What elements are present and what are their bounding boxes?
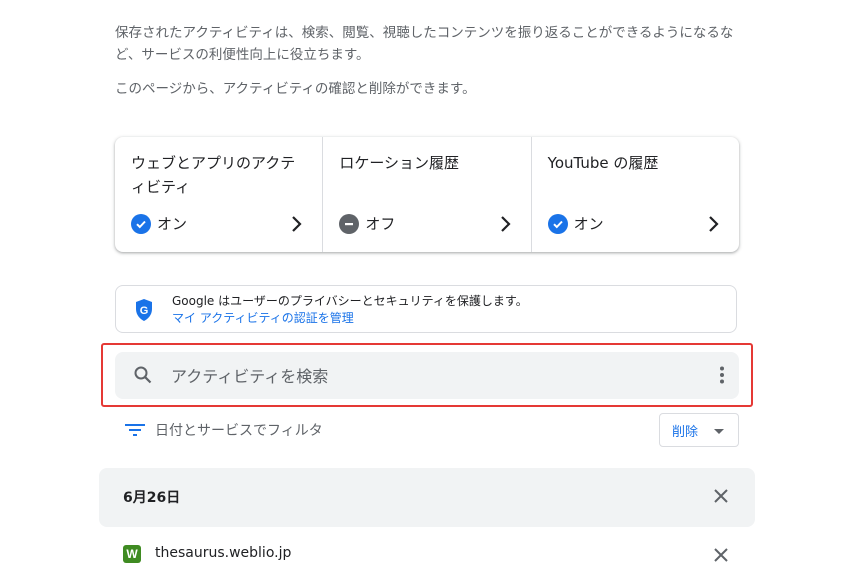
chevron-right-icon xyxy=(709,216,719,232)
status-label: オフ xyxy=(365,215,396,233)
card-web-app-activity[interactable]: ウェブとアプリのアクティビティ オン xyxy=(115,137,322,252)
intro-paragraph-1: 保存されたアクティビティは、検索、閲覧、視聴したコンテンツを振り返ることができる… xyxy=(115,25,734,63)
intro-paragraph-2: このページから、アクティビティの確認と削除ができます。 xyxy=(115,81,476,97)
caret-down-icon xyxy=(714,429,724,434)
privacy-notice: G Google はユーザーのプライバシーとセキュリティを保護します。 マイ ア… xyxy=(115,285,737,333)
date-group-header: 6月26日 xyxy=(99,468,755,527)
privacy-text-block: Google はユーザーのプライバシーとセキュリティを保護します。 マイ アクテ… xyxy=(172,293,528,327)
check-circle-icon xyxy=(547,213,568,234)
activity-site-name[interactable]: thesaurus.weblio.jp xyxy=(155,545,291,561)
intro-text: 保存されたアクティビティは、検索、閲覧、視聴したコンテンツを振り返ることができる… xyxy=(115,22,745,112)
card-title: ロケーション履歴 xyxy=(339,154,460,172)
google-shield-icon: G xyxy=(136,299,152,321)
minus-circle-icon xyxy=(339,213,360,234)
close-icon[interactable] xyxy=(713,547,729,563)
privacy-message: Google はユーザーのプライバシーとセキュリティを保護します。 xyxy=(172,294,528,308)
delete-label: 削除 xyxy=(672,424,699,440)
card-status: オン xyxy=(131,213,187,234)
card-title: YouTube の履歴 xyxy=(547,154,659,172)
card-status: オフ xyxy=(339,213,395,234)
filter-icon xyxy=(125,424,145,436)
status-label: オン xyxy=(157,215,188,233)
chevron-right-icon xyxy=(500,216,511,232)
activity-controls-cards: ウェブとアプリのアクティビティ オン ロケーション履歴 オフ YouTube の… xyxy=(115,137,739,252)
weblio-favicon-icon: W xyxy=(123,545,141,563)
more-vert-icon[interactable] xyxy=(719,366,725,384)
filter-by-date-service[interactable]: 日付とサービスでフィルタ xyxy=(125,420,323,440)
status-label: オン xyxy=(573,215,604,233)
close-icon[interactable] xyxy=(713,488,729,504)
check-circle-icon xyxy=(131,213,151,234)
activity-item[interactable]: W thesaurus.weblio.jp xyxy=(99,540,755,580)
card-youtube-history[interactable]: YouTube の履歴 オン xyxy=(530,137,739,252)
search-input[interactable] xyxy=(169,361,693,391)
chevron-right-icon xyxy=(292,216,302,232)
date-label: 6月26日 xyxy=(123,490,181,506)
delete-dropdown-button[interactable]: 削除 xyxy=(659,413,739,447)
search-bar[interactable] xyxy=(115,352,739,399)
card-status: オン xyxy=(547,213,604,234)
card-title: ウェブとアプリのアクティビティ xyxy=(131,154,296,196)
svg-text:G: G xyxy=(140,305,149,317)
card-location-history[interactable]: ロケーション履歴 オフ xyxy=(322,137,530,252)
filter-label: 日付とサービスでフィルタ xyxy=(155,423,323,439)
search-icon[interactable] xyxy=(133,365,153,385)
manage-verification-link[interactable]: マイ アクティビティの認証を管理 xyxy=(172,310,528,327)
